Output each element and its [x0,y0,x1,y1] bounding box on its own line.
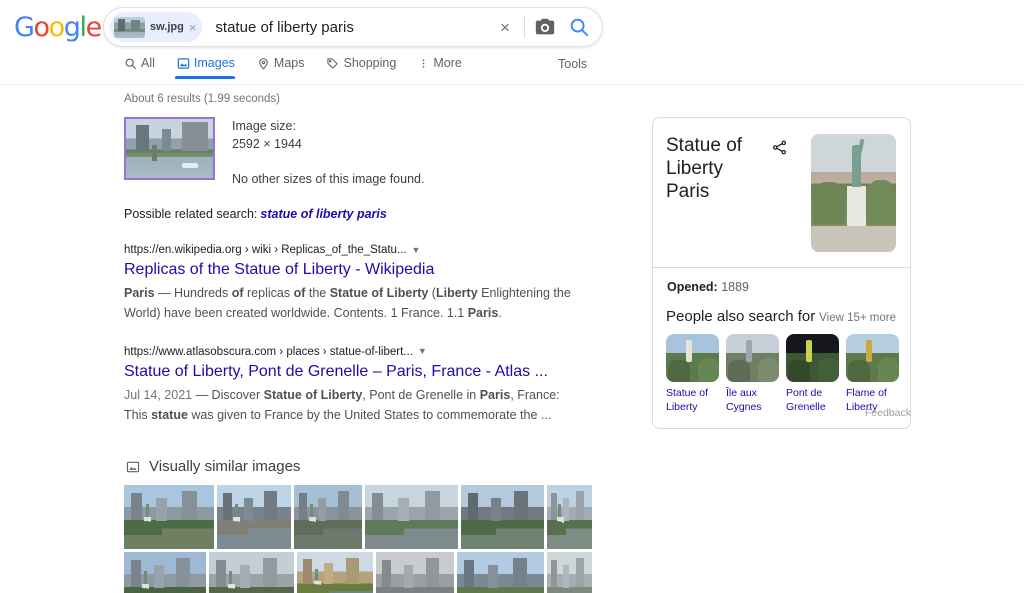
chevron-down-icon[interactable]: ▼ [412,245,421,257]
tab-images-label: Images [193,56,235,70]
tag-icon [327,57,339,69]
similar-image-tile[interactable] [124,552,206,593]
search-input[interactable] [215,18,492,36]
knowledge-panel-image[interactable] [811,134,896,252]
chip-remove-icon[interactable]: × [189,21,197,34]
page-header: Google sw.jpg × × All [0,0,1024,85]
search-results-column: About 6 results (1.99 seconds) Image siz… [124,93,592,593]
pasf-item[interactable]: Île aux Cygnes [726,334,779,415]
similar-image-tile[interactable] [297,552,373,593]
knowledge-panel: Statue of Liberty Paris Opened: 1889 Peo… [652,117,911,429]
clear-search-icon[interactable]: × [492,19,518,36]
visually-similar-row [124,485,592,550]
tab-all[interactable]: All [122,56,166,79]
search-bar: sw.jpg × × [103,7,603,47]
no-other-sizes-text: No other sizes of this image found. [232,172,425,187]
search-result-2: https://www.atlasobscura.com › places › … [124,345,584,425]
feedback-link[interactable]: Feedback [652,407,911,419]
similar-image-tile[interactable] [217,485,291,550]
similar-image-tile[interactable] [376,552,454,593]
magnifier-icon [125,58,136,69]
search-submit-icon[interactable] [568,16,590,38]
visually-similar-header: Visually similar images [126,458,584,475]
tab-shopping-label: Shopping [343,56,397,70]
source-image-info: Image size: 2592 × 1944 No other sizes o… [124,117,584,188]
result-date: Jul 14, 2021 [124,388,193,403]
result-title[interactable]: Statue of Liberty, Pont de Grenelle – Pa… [124,362,584,383]
result-url-text: https://en.wikipedia.org › wiki › Replic… [124,244,407,257]
pasf-view-more-link[interactable]: View 15+ more [819,312,896,324]
similar-image-tile[interactable] [547,552,592,593]
search-result-1: https://en.wikipedia.org › wiki › Replic… [124,243,584,323]
google-logo[interactable]: Google [14,14,102,41]
result-url-text: https://www.atlasobscura.com › places › … [124,346,413,359]
tab-shopping[interactable]: Shopping [324,56,407,79]
image-icon [177,57,190,69]
visually-similar-row [124,552,592,593]
result-url[interactable]: https://www.atlasobscura.com › places › … [124,345,584,360]
tab-maps[interactable]: Maps [255,56,316,79]
similar-image-tile[interactable] [124,485,214,550]
source-image-thumbnail[interactable] [124,117,215,180]
related-search-prefix: Possible related search: [124,207,258,222]
possible-related-search: Possible related search: statue of libert… [124,207,584,221]
knowledge-panel-header: Statue of Liberty Paris [653,118,910,267]
similar-image-tile[interactable] [547,485,592,550]
tab-all-label: All [141,56,155,70]
pasf-thumbnail [666,334,719,382]
result-snippet: Paris — Hundreds of replicas of the Stat… [124,286,571,320]
pasf-thumbnail [846,334,899,382]
result-title[interactable]: Replicas of the Statue of Liberty - Wiki… [124,260,584,281]
pasf-thumbnail [726,334,779,382]
image-dimensions: 2592 × 1944 [232,137,302,152]
pasf-header: People also search for View 15+ more [666,308,896,325]
result-stats: About 6 results (1.99 seconds) [124,93,280,105]
pin-icon [259,57,268,70]
similar-image-tile[interactable] [209,552,294,593]
divider [524,16,525,38]
similar-image-tile[interactable] [365,485,458,550]
image-search-chip[interactable]: sw.jpg × [110,12,203,42]
pasf-title: People also search for [666,308,816,325]
image-thumbnail-icon [114,16,145,38]
image-size-text: Image size: 2592 × 1944 No other sizes o… [232,117,424,188]
pasf-item[interactable]: Flame of Liberty [846,334,899,415]
similar-image-tile[interactable] [461,485,544,550]
tab-more-label: More [433,56,462,70]
image-icon [126,461,140,473]
image-size-label: Image size: [232,119,296,133]
chevron-down-icon[interactable]: ▼ [418,346,427,358]
pasf-item[interactable]: Pont de Grenelle [786,334,839,415]
share-icon[interactable] [771,139,788,252]
pasf-item[interactable]: Statue of Liberty [666,334,719,415]
tools-button[interactable]: Tools [558,57,598,71]
visually-similar-grid [124,485,592,593]
knowledge-panel-title: Statue of Liberty Paris [666,135,743,203]
pasf-grid: Statue of Liberty Île aux Cygnes Pont de G… [666,334,899,415]
tab-more[interactable]: More [416,56,472,79]
fact-label: Opened: [667,280,718,294]
knowledge-panel-fact-opened: Opened: 1889 [653,268,910,306]
visually-similar-title: Visually similar images [149,458,301,476]
camera-icon[interactable] [534,16,556,38]
similar-image-tile[interactable] [457,552,544,593]
related-search-term[interactable]: statue of liberty paris [260,207,386,221]
fact-value: 1889 [721,280,749,294]
tab-maps-label: Maps [273,56,305,70]
chip-filename: sw.jpg [150,21,184,33]
result-snippet: Jul 14, 2021 — Discover Statue of Libert… [124,388,560,422]
tab-images[interactable]: Images [174,56,246,79]
result-url[interactable]: https://en.wikipedia.org › wiki › Replic… [124,243,584,258]
similar-image-tile[interactable] [294,485,362,550]
pasf-thumbnail [786,334,839,382]
search-nav-tabs: All Images Maps Shopping More [122,56,482,79]
more-vertical-icon [422,58,425,68]
